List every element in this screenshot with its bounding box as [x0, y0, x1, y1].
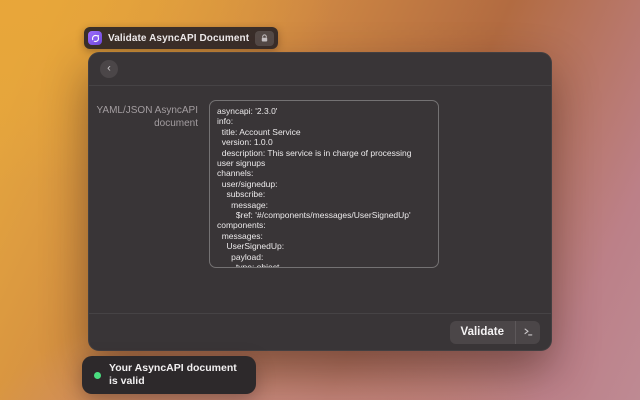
validate-form: YAML/JSON AsyncAPI document asyncapi: '2… [89, 86, 551, 268]
terminal-prompt-icon [523, 327, 533, 337]
desktop-background: Validate AsyncAPI Document ‹ YAML/JSON A… [0, 0, 640, 400]
window-header: ‹ [89, 53, 551, 86]
chevron-left-icon: ‹ [107, 63, 111, 74]
command-pill-title: Validate AsyncAPI Document [108, 33, 249, 44]
document-textarea[interactable]: asyncapi: '2.3.0' info: title: Account S… [209, 100, 439, 268]
validate-action-group[interactable]: Validate [450, 321, 540, 344]
lock-icon [260, 34, 269, 43]
raycast-window: ‹ YAML/JSON AsyncAPI document asyncapi: … [88, 52, 552, 351]
enter-shortcut-key[interactable] [515, 321, 540, 344]
command-pill[interactable]: Validate AsyncAPI Document [84, 27, 278, 49]
validation-toast[interactable]: Your AsyncAPI document is valid [82, 356, 256, 394]
document-field-label: YAML/JSON AsyncAPI document [89, 100, 207, 130]
success-status-dot [94, 372, 101, 379]
back-button[interactable]: ‹ [100, 60, 118, 78]
lock-keycap[interactable] [255, 31, 274, 46]
window-footer: Validate [89, 313, 551, 350]
toast-message: Your AsyncAPI document is valid [109, 362, 246, 388]
validate-button[interactable]: Validate [450, 321, 515, 344]
asyncapi-logo-glyph [91, 34, 100, 43]
asyncapi-extension-icon [88, 31, 102, 45]
